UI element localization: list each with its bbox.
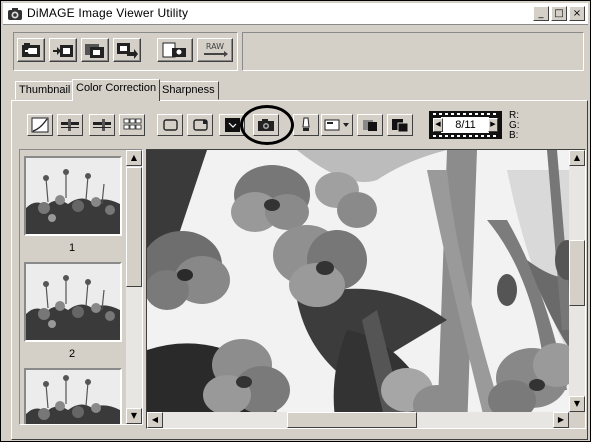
save-image-icon [53, 45, 73, 57]
curve-icon [31, 117, 49, 133]
prev-frame-button[interactable]: ◀ [433, 118, 443, 132]
scroll-corner [569, 412, 585, 428]
window-title: DiMAGE Image Viewer Utility [27, 6, 189, 20]
brightness-tool[interactable] [219, 114, 245, 136]
grid-icon [123, 118, 142, 130]
open-image-icon [22, 43, 40, 57]
frame-counter: ◀ ▶ 8/11 [429, 111, 502, 139]
crop-icon [163, 119, 178, 131]
camera-profile-tool[interactable] [253, 114, 279, 136]
tab-sharpness[interactable]: Sharpness [158, 81, 219, 100]
image-horizontal-scrollbar[interactable]: ◀ ▶ [147, 412, 569, 428]
lamp-icon [302, 117, 310, 131]
compare-tool[interactable] [387, 114, 413, 136]
levels-color-tool[interactable] [89, 114, 115, 136]
thumbnail-2[interactable] [24, 262, 122, 342]
next-frame-button[interactable]: ▶ [488, 118, 498, 132]
scroll-down-button[interactable]: ▼ [569, 396, 585, 412]
batch-icon [85, 44, 104, 58]
scroll-up-button[interactable]: ▲ [126, 150, 142, 166]
flower-thumbnail-image [26, 158, 120, 234]
thumbnail-number: 2 [68, 348, 76, 360]
rotate-icon [193, 119, 208, 131]
export-button[interactable] [113, 38, 141, 62]
thumbnail-3[interactable] [24, 368, 122, 424]
minimize-button[interactable]: _ [533, 6, 549, 21]
contrast-icon [225, 118, 240, 132]
main-image-view: ▲ ▼ ◀ ▶ [146, 149, 586, 429]
image-vertical-scrollbar[interactable]: ▲ ▼ [569, 150, 585, 412]
levels-2-icon [93, 119, 111, 131]
thumbnail-number: 1 [68, 242, 76, 254]
vertical-scroll-thumb[interactable] [569, 240, 585, 306]
open-image-button[interactable] [17, 38, 45, 62]
thumbnail-list: 1 2 ▲ ▼ [19, 149, 143, 425]
undo-tool[interactable] [157, 114, 183, 136]
scroll-right-button[interactable]: ▶ [553, 412, 569, 428]
info-panel [242, 32, 584, 71]
display-mode-dropdown[interactable] [321, 114, 353, 136]
save-image-button[interactable] [49, 38, 77, 62]
export-icon [117, 43, 138, 59]
thumbnail-scrollbar[interactable]: ▲ ▼ [126, 150, 142, 424]
scroll-thumb[interactable] [126, 167, 142, 287]
flower-thumbnail-image [26, 370, 120, 424]
square-icon [363, 120, 377, 131]
tone-curve-tool[interactable] [27, 114, 53, 136]
app-window: DiMAGE Image Viewer Utility _ □ × RAW Th… [0, 0, 591, 442]
before-after-tool[interactable] [357, 114, 383, 136]
flower-thumbnail-image [26, 264, 120, 340]
camera-icon [258, 119, 274, 131]
dropdown-icon [324, 119, 349, 131]
rgb-b-label: B: [509, 130, 519, 141]
redo-tool[interactable] [187, 114, 213, 136]
levels-tool[interactable] [57, 114, 83, 136]
tab-color-correction[interactable]: Color Correction [72, 79, 161, 101]
tab-thumbnail[interactable]: Thumbnail [15, 81, 75, 100]
scroll-left-button[interactable]: ◀ [147, 412, 163, 428]
maximize-button[interactable]: □ [551, 6, 567, 21]
raw-icon: RAW [204, 42, 228, 57]
horizontal-scroll-thumb[interactable] [287, 412, 417, 428]
frame-counter-text: 8/11 [455, 119, 476, 131]
lighting-tool[interactable] [293, 114, 319, 136]
square-2-icon [392, 119, 409, 133]
raw-label: RAW [206, 42, 224, 51]
flower-image [147, 150, 585, 428]
batch-button[interactable] [81, 38, 109, 62]
scroll-down-button[interactable]: ▼ [126, 408, 142, 424]
print-button[interactable] [157, 38, 193, 62]
levels-icon [61, 119, 79, 131]
raw-button[interactable]: RAW [197, 38, 233, 62]
variations-tool[interactable] [119, 114, 145, 136]
scroll-up-button[interactable]: ▲ [569, 150, 585, 166]
close-button[interactable]: × [569, 6, 585, 21]
thumbnail-1[interactable] [24, 156, 122, 236]
title-bar: DiMAGE Image Viewer Utility _ □ × [3, 3, 588, 25]
print-icon [162, 42, 186, 58]
app-icon [8, 8, 22, 20]
